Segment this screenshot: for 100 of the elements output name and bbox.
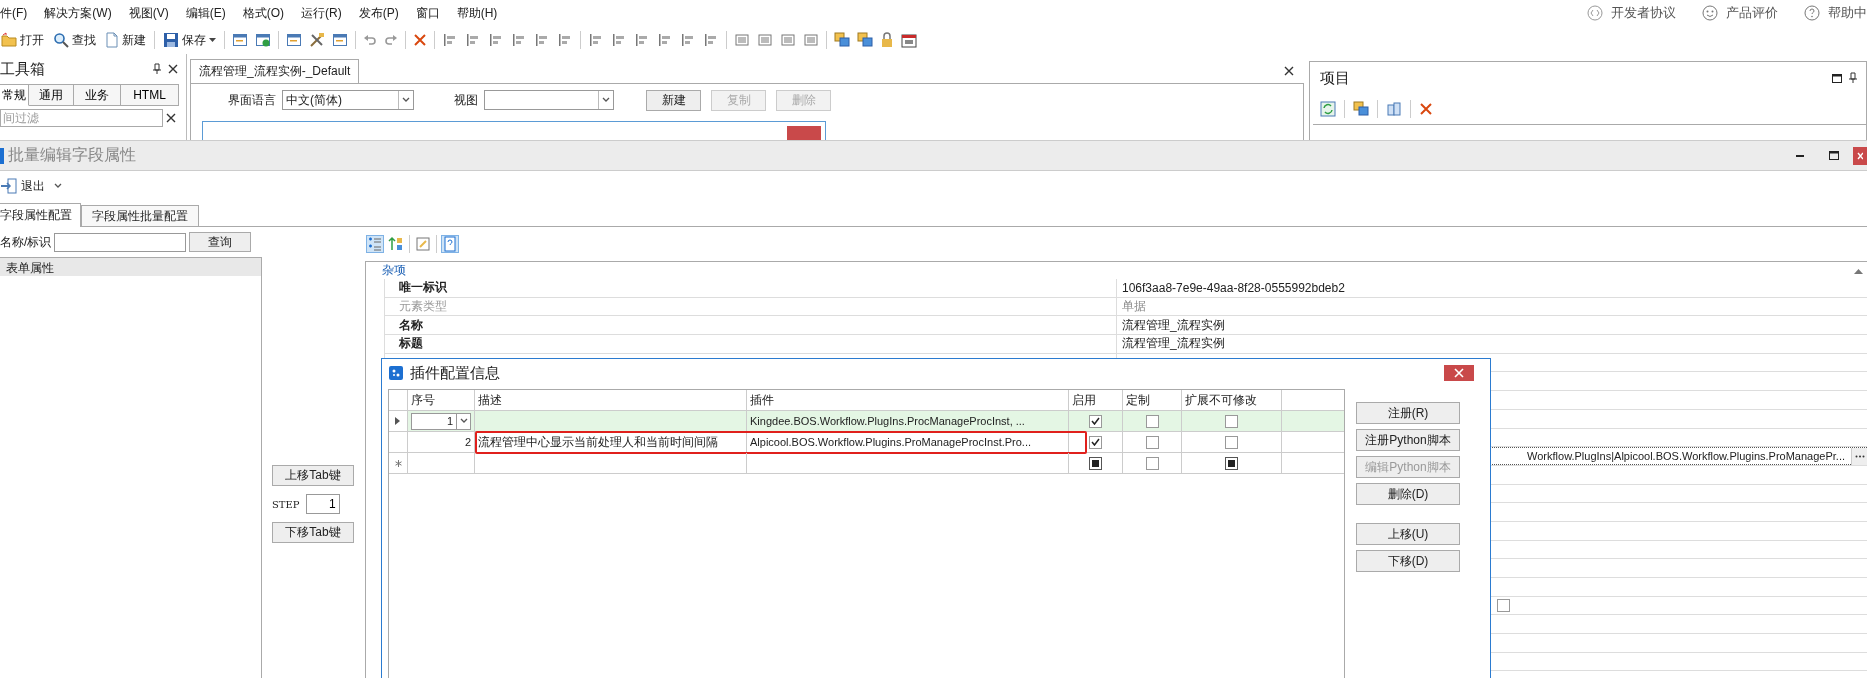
windows-icon[interactable] [1353,101,1369,117]
categorized-icon[interactable] [367,236,383,252]
checkbox[interactable] [1225,414,1238,428]
align-icon[interactable] [534,32,550,48]
pin-icon[interactable] [1848,72,1858,84]
help-icon[interactable] [1804,5,1820,21]
menu-item[interactable]: 窗口 [415,4,440,22]
exit-button[interactable]: 退出 [0,177,62,195]
property-value: 106f3aa8-7e9e-49aa-8f28-0555992bdeb2 [1122,280,1345,295]
move-down-button[interactable]: 下移Tab键 [272,522,354,543]
tools-icon[interactable] [309,32,325,48]
menu-item[interactable]: 发布(P) [358,4,399,22]
close-icon[interactable] [1284,66,1294,76]
align-icon[interactable] [488,32,504,48]
close-icon[interactable] [166,113,176,123]
align-icon[interactable] [611,32,627,48]
menu-item[interactable]: 格式(O) [242,4,284,22]
tab[interactable]: 字段属性配置 [0,203,81,227]
dialog-button[interactable]: 上移(U) [1356,523,1460,545]
dialog-button[interactable]: 注册Python脚本 [1356,429,1460,451]
info-icon[interactable] [442,236,458,252]
align-icon[interactable] [465,32,481,48]
align-icon[interactable] [703,32,719,48]
lock-icon[interactable] [880,32,894,48]
list-header: 表单属性 [0,258,261,276]
field-label: 界面语言 [228,91,276,109]
check-icon [1091,417,1100,425]
document-tab[interactable]: 流程管理_流程实例-_Default [190,59,360,83]
step-field[interactable]: 1 [305,494,340,514]
checkbox[interactable] [1497,599,1510,613]
scroll-up-icon[interactable] [1854,267,1863,274]
checkbox[interactable] [1145,435,1159,449]
align-icon[interactable] [634,32,650,48]
menu-item[interactable]: 件(F) [0,4,28,22]
maximize-icon[interactable] [1832,73,1842,83]
align-icon[interactable] [588,32,604,48]
delete-icon[interactable] [1419,102,1433,116]
menu-item[interactable]: 解决方案(W) [44,4,112,22]
move-up-button[interactable]: 上移Tab键 [272,465,354,486]
pin-icon[interactable] [152,63,162,75]
dialog-button[interactable]: 删除(D) [1356,483,1460,505]
view-dropdown[interactable] [484,90,614,110]
checkbox[interactable] [1145,414,1159,428]
toolbox-tab[interactable]: 通用 [29,84,74,106]
close-icon[interactable] [168,64,178,74]
filter-field[interactable]: 间过滤 [0,109,163,127]
table-row[interactable]: 2 流程管理中心显示当前处理人和当前时间间隔 Alpicool.BOS.Workflow.Plugins.ProManageProcInst.Pro... [389,432,1344,453]
menu-item[interactable]: 编辑(E) [185,4,226,22]
header-link[interactable]: 产品评价 [1726,4,1778,22]
close-button[interactable] [1444,365,1474,381]
windows-icon[interactable] [857,32,873,48]
undo-icon[interactable] [363,33,377,47]
toolbox-tab[interactable]: 业务 [74,84,121,106]
windows-icon[interactable] [834,32,850,48]
toolbar-button[interactable]: 保存 [162,31,217,49]
language-dropdown[interactable]: 中文(简体) [282,90,414,110]
checkbox[interactable] [1089,435,1102,449]
sort-icon[interactable] [388,236,404,252]
ellipsis-button[interactable] [1851,447,1867,465]
search-field[interactable] [54,232,187,252]
close-button[interactable] [1853,146,1867,165]
toolbar-button[interactable]: 新建 [104,31,147,49]
delete-icon[interactable] [413,33,427,47]
query-button[interactable]: 查询 [189,232,252,252]
checkbox[interactable] [1225,456,1238,470]
redo-icon[interactable] [384,33,398,47]
align-icon[interactable] [557,32,573,48]
align-icon[interactable] [680,32,696,48]
menu-item[interactable]: 帮助(H) [456,4,498,22]
refresh-icon[interactable] [1320,101,1336,117]
toolbox-tab[interactable]: 常规 [0,84,29,106]
checkbox[interactable] [1089,456,1102,470]
number-dropdown[interactable]: 1 [411,412,471,430]
menu-item[interactable]: 运行(R) [301,4,342,22]
code-icon[interactable] [1587,5,1603,21]
folder-icon [1,32,17,48]
dialog-button[interactable]: 注册(R) [1356,402,1460,424]
checkbox[interactable] [1145,456,1159,470]
checkbox[interactable] [1225,435,1238,449]
menu-item[interactable]: 视图(V) [128,4,169,22]
header-link[interactable]: 开发者协议 [1611,4,1676,22]
table-row[interactable]: 1 Kingdee.BOS.Workflow.PlugIns.ProcManageProcInst, ... [389,411,1344,432]
align-icon[interactable] [511,32,527,48]
toolbox-tab[interactable]: HTML [121,84,179,106]
panel-title: 工具箱 [0,59,46,79]
dialog-icon [388,365,404,381]
toolbar-button[interactable]: 打开 [0,31,45,49]
align-icon[interactable] [442,32,458,48]
maximize-icon [1829,151,1839,160]
table-row[interactable] [389,453,1344,474]
tab[interactable]: 字段属性批量配置 [81,205,199,226]
action-button[interactable]: 新建 [646,89,701,111]
align-icon[interactable] [657,32,673,48]
calendar-icon[interactable] [901,32,917,48]
checkbox[interactable] [1089,414,1102,428]
field-label: 视图 [454,91,478,109]
dialog-button[interactable]: 下移(D) [1356,550,1460,572]
toolbar-button[interactable]: 查找 [52,31,97,49]
smile-icon[interactable] [1702,5,1718,21]
header-link[interactable]: 帮助中 [1828,4,1867,22]
